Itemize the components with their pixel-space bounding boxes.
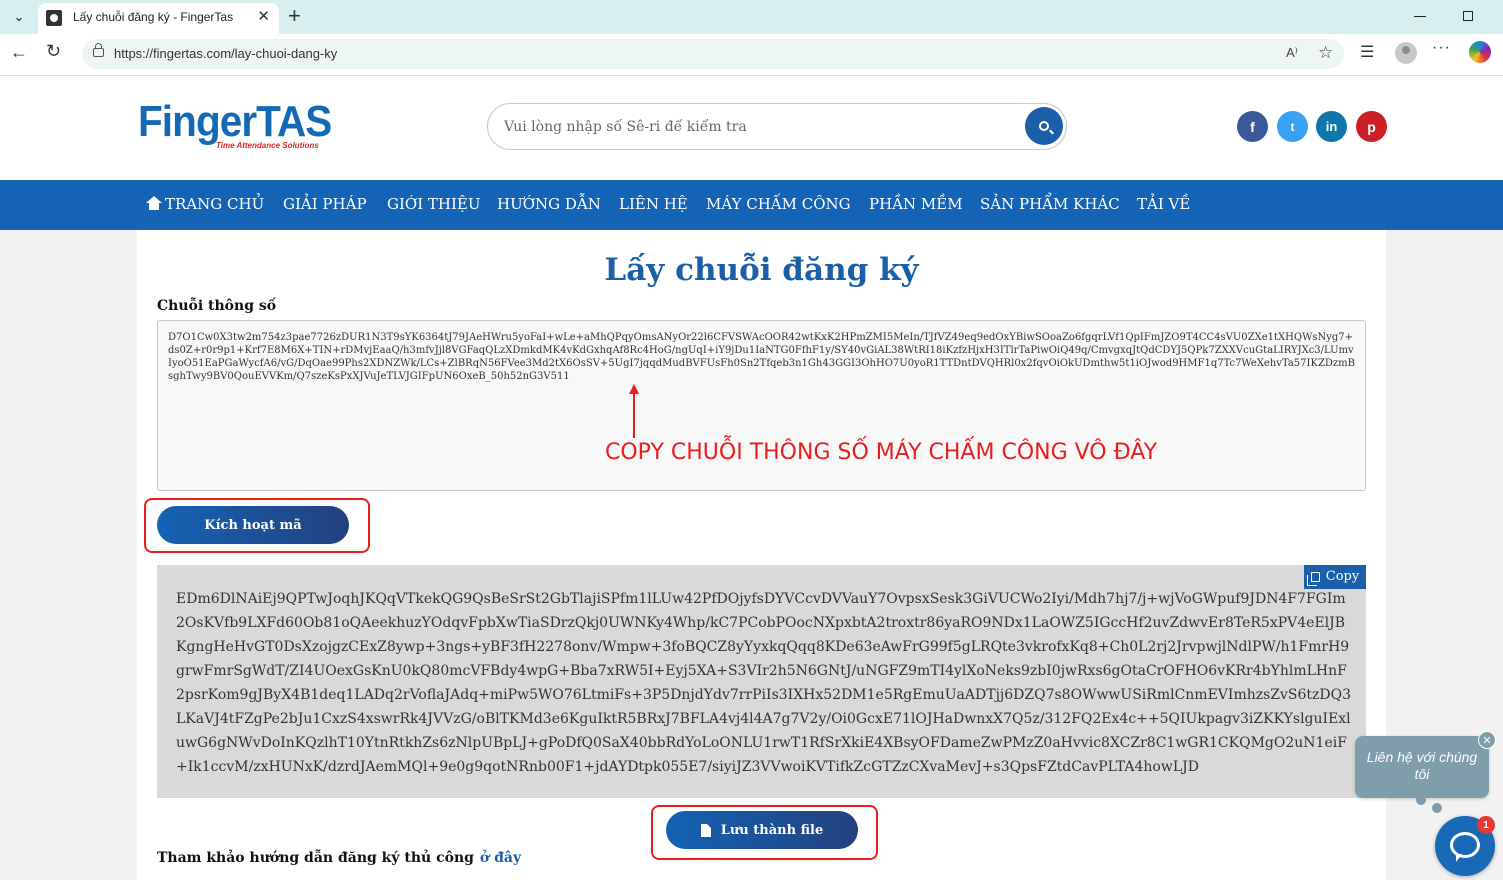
window-restore-icon[interactable] bbox=[1463, 11, 1473, 21]
main-content: Lấy chuỗi đăng ký Chuỗi thông số D7O1Cw0… bbox=[137, 230, 1386, 880]
linkedin-icon[interactable]: in bbox=[1316, 111, 1347, 142]
browser-tab-bar: ⌄ Lấy chuỗi đăng ký - FingerTas ✕ + bbox=[0, 0, 1503, 34]
logo-text: FingerTAS bbox=[138, 97, 332, 146]
chat-bubble-dot bbox=[1416, 795, 1426, 805]
activate-button[interactable]: Kích hoạt mã bbox=[157, 506, 349, 544]
save-file-label: Lưu thành file bbox=[720, 822, 824, 838]
tab-title: Lấy chuỗi đăng ký - FingerTas bbox=[73, 10, 234, 24]
nav-label: TRANG CHỦ bbox=[165, 195, 265, 213]
nav-item-software[interactable]: PHẦN MỀM bbox=[869, 195, 963, 213]
copilot-icon[interactable] bbox=[1469, 41, 1491, 63]
lock-icon[interactable] bbox=[93, 43, 104, 57]
chat-icon bbox=[1450, 832, 1480, 862]
reload-icon[interactable]: ↻ bbox=[46, 41, 61, 62]
chat-prompt-bubble[interactable]: Liên hệ với chúng tôi bbox=[1355, 736, 1489, 798]
nav-item-about[interactable]: GIỚI THIỆU bbox=[387, 195, 481, 213]
nav-item-downloads[interactable]: TẢI VỀ bbox=[1137, 195, 1190, 213]
nav-item-home[interactable]: TRANG CHỦ bbox=[146, 195, 265, 213]
nav-item-time-clocks[interactable]: MÁY CHẤM CÔNG bbox=[706, 195, 851, 213]
save-file-button[interactable]: Lưu thành file bbox=[666, 811, 858, 849]
twitter-icon[interactable]: t bbox=[1277, 111, 1308, 142]
annotation-arrow bbox=[627, 384, 641, 440]
chat-close-icon[interactable]: ✕ bbox=[1478, 731, 1496, 749]
serial-search-input[interactable] bbox=[504, 116, 1004, 138]
favorites-list-icon[interactable]: ☰ bbox=[1360, 42, 1374, 62]
browser-address-bar: ← ↻ https://fingertas.com/lay-chuoi-dang… bbox=[0, 34, 1503, 76]
copy-label: Copy bbox=[1325, 569, 1360, 584]
url-field[interactable]: https://fingertas.com/lay-chuoi-dang-ky … bbox=[82, 39, 1344, 69]
new-tab-plus-icon[interactable]: + bbox=[288, 4, 301, 28]
result-code-box: Copy EDm6DlNAiEj9QPTwJoqhJKQqVTkekQG9QsB… bbox=[157, 565, 1366, 798]
read-aloud-icon[interactable]: A⁾ bbox=[1286, 45, 1298, 61]
manual-guide-label: Tham khảo hướng dẫn đăng ký thủ công bbox=[157, 850, 474, 866]
manual-guide-text: Tham khảo hướng dẫn đăng ký thủ công ở đâ… bbox=[157, 850, 521, 866]
result-code-text: EDm6DlNAiEj9QPTwJoqhJKQqVTkekQG9QsBeSrSt… bbox=[176, 591, 1352, 775]
pinterest-icon[interactable]: p bbox=[1356, 111, 1387, 142]
web-page: FingerTAS Time Attendance Solutions f t … bbox=[0, 77, 1503, 880]
search-icon bbox=[1039, 121, 1049, 131]
facebook-icon[interactable]: f bbox=[1237, 111, 1268, 142]
tab-actions-chevron-icon[interactable]: ⌄ bbox=[6, 5, 32, 29]
tab-close-icon[interactable]: ✕ bbox=[257, 8, 270, 26]
nav-item-guides[interactable]: HƯỚNG DẪN bbox=[497, 195, 601, 213]
more-options-icon[interactable]: ··· bbox=[1432, 39, 1451, 57]
param-field-label: Chuỗi thông số bbox=[157, 298, 277, 314]
nav-item-solutions[interactable]: GIẢI PHÁP bbox=[283, 195, 367, 213]
browser-tab[interactable]: Lấy chuỗi đăng ký - FingerTas ✕ bbox=[38, 3, 279, 34]
favorite-star-icon[interactable]: ☆ bbox=[1318, 43, 1333, 63]
copy-icon bbox=[1306, 572, 1320, 586]
main-nav: TRANG CHỦ GIẢI PHÁP GIỚI THIỆU HƯỚNG DẪN… bbox=[0, 180, 1503, 230]
nav-item-contact[interactable]: LIÊN HỆ bbox=[619, 195, 688, 213]
manual-guide-link[interactable]: ở đây bbox=[480, 850, 521, 866]
serial-search-box bbox=[487, 103, 1067, 150]
copy-button[interactable]: Copy bbox=[1304, 565, 1366, 589]
logo-tagline: Time Attendance Solutions bbox=[216, 141, 319, 150]
site-logo[interactable]: FingerTAS Time Attendance Solutions bbox=[138, 99, 338, 155]
window-minimize-icon[interactable] bbox=[1414, 6, 1428, 26]
param-string-textarea[interactable]: D7O1Cw0X3tw2m754z3pae7726zDUR1N3T9sYK636… bbox=[157, 320, 1366, 491]
annotation-text: COPY CHUỖI THÔNG SỐ MÁY CHẤM CÔNG VÔ ĐÂY bbox=[605, 440, 1158, 465]
chat-bubble-dot bbox=[1432, 803, 1442, 813]
profile-avatar-icon[interactable] bbox=[1395, 42, 1417, 64]
site-favicon-icon bbox=[46, 10, 62, 26]
url-text: https://fingertas.com/lay-chuoi-dang-ky bbox=[114, 46, 338, 61]
file-icon bbox=[700, 823, 711, 837]
chat-unread-badge: 1 bbox=[1477, 816, 1495, 834]
home-icon bbox=[146, 196, 162, 210]
page-title: Lấy chuỗi đăng ký bbox=[604, 252, 919, 288]
nav-item-other-products[interactable]: SẢN PHẨM KHÁC bbox=[980, 195, 1120, 213]
back-arrow-icon[interactable]: ← bbox=[10, 42, 28, 63]
search-button[interactable] bbox=[1025, 107, 1063, 145]
